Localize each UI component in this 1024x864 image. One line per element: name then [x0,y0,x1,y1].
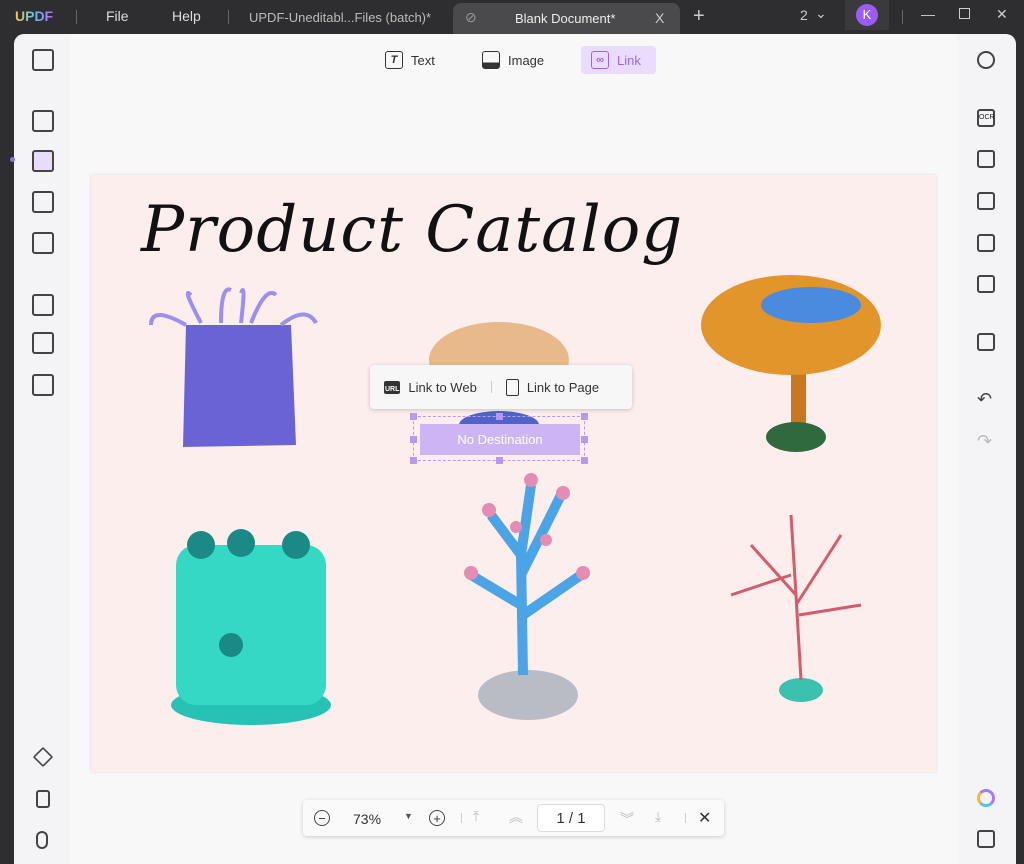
right-sidebar: OCR ↶ ↷ [957,34,1016,864]
bookmark-icon[interactable] [36,790,50,808]
tab-label: Blank Document* [515,11,616,26]
resize-handle[interactable] [496,413,503,420]
link-to-page-label: Link to Page [526,379,600,395]
link-label: Link [617,52,641,68]
page-number-input[interactable]: 1 / 1 [537,804,605,832]
undo-icon[interactable]: ↶ [977,389,992,410]
zoom-in-button[interactable]: + [429,810,445,826]
pdf-page: Product Catalog [91,175,936,772]
convert-icon[interactable] [32,374,54,396]
maximize-button[interactable] [959,8,970,19]
resize-handle[interactable] [410,457,417,464]
zoom-dropdown-icon[interactable]: ▼ [404,811,413,821]
zoom-level[interactable]: 73% [353,811,381,827]
title-bar: UPDF File Help UPDF-Uneditabl...Files (b… [0,0,1024,34]
crop-icon[interactable] [32,332,54,354]
close-tab-icon[interactable]: X [655,10,664,26]
window-count[interactable]: 2 [800,7,808,23]
link-to-web-label: Link to Web [408,379,477,395]
resize-handle[interactable] [581,413,588,420]
close-window-button[interactable]: ✕ [996,6,1008,23]
orange-tree-coral-image [701,275,881,452]
reader-icon[interactable] [32,49,54,71]
convert-pdf-icon[interactable] [977,150,995,168]
resize-handle[interactable] [581,457,588,464]
tab-batch[interactable]: UPDF-Uneditabl...Files (batch)* [249,10,431,25]
resize-handle[interactable] [496,457,503,464]
avatar[interactable]: K [856,4,878,26]
share-icon[interactable] [977,234,995,252]
search-icon[interactable] [977,51,995,69]
protect-icon[interactable] [977,192,995,210]
link-to-page-button[interactable]: Link to Page [492,378,613,396]
link-to-web-button[interactable]: URL Link to Web [370,380,491,395]
new-tab-button[interactable]: + [693,5,705,28]
organize-pages-icon[interactable] [32,294,54,316]
ocr-icon[interactable]: OCR [977,109,995,127]
last-page-icon[interactable]: ⤓ [655,808,661,825]
chat-icon[interactable] [977,830,995,848]
text-icon: T [385,51,403,69]
save-icon[interactable] [977,333,995,351]
redo-icon[interactable]: ↷ [977,431,992,452]
link-destination-label: No Destination [420,424,580,455]
add-image-button[interactable]: Image [472,46,554,74]
resize-handle[interactable] [581,436,588,443]
close-zoombar-icon[interactable]: ✕ [698,808,711,828]
comment-icon[interactable] [32,110,54,132]
unlinked-icon: ⊘ [465,9,477,25]
zoom-out-button[interactable]: − [314,810,330,826]
menu-file[interactable]: File [106,8,129,24]
edit-pdf-icon[interactable] [32,150,54,172]
minimize-button[interactable]: — [921,6,935,22]
email-icon[interactable] [977,275,995,293]
previous-page-icon[interactable]: ︽ [509,807,523,827]
link-type-popup: URL Link to Web Link to Page [370,365,632,409]
left-sidebar [10,34,70,864]
chevron-down-icon[interactable]: ⌄ [815,5,827,22]
blue-pink-coral-image [464,473,590,720]
next-page-icon[interactable]: ︾ [620,809,634,829]
first-page-icon[interactable]: ⤒ [473,808,479,825]
red-fan-coral-image [730,514,862,702]
anemone-image [149,287,318,447]
image-icon [482,51,500,69]
link-annotation[interactable]: No Destination [410,413,588,464]
add-link-button[interactable]: ∞ Link [581,46,656,74]
add-text-button[interactable]: T Text [375,46,445,74]
updf-logo: UPDF [15,8,54,24]
sign-icon[interactable] [32,232,54,254]
attachment-icon[interactable] [36,831,48,849]
text-label: Text [411,52,435,68]
menu-help[interactable]: Help [172,8,201,24]
tab-blank-document[interactable]: ⊘ Blank Document* X [453,3,680,34]
link-icon: ∞ [591,51,609,69]
zoom-toolbar: − 73% ▼ + ⤒ ︽ 1 / 1 ︾ ⤓ ✕ [303,800,724,836]
coral-images [149,275,881,725]
url-icon: URL [384,380,401,394]
resize-handle[interactable] [410,413,417,420]
tube-coral-image [171,529,331,725]
form-icon[interactable] [32,191,54,213]
image-label: Image [508,52,545,68]
layers-icon[interactable] [32,746,54,768]
page-icon [505,378,519,396]
resize-handle[interactable] [410,436,417,443]
ai-assistant-icon[interactable] [977,789,995,807]
